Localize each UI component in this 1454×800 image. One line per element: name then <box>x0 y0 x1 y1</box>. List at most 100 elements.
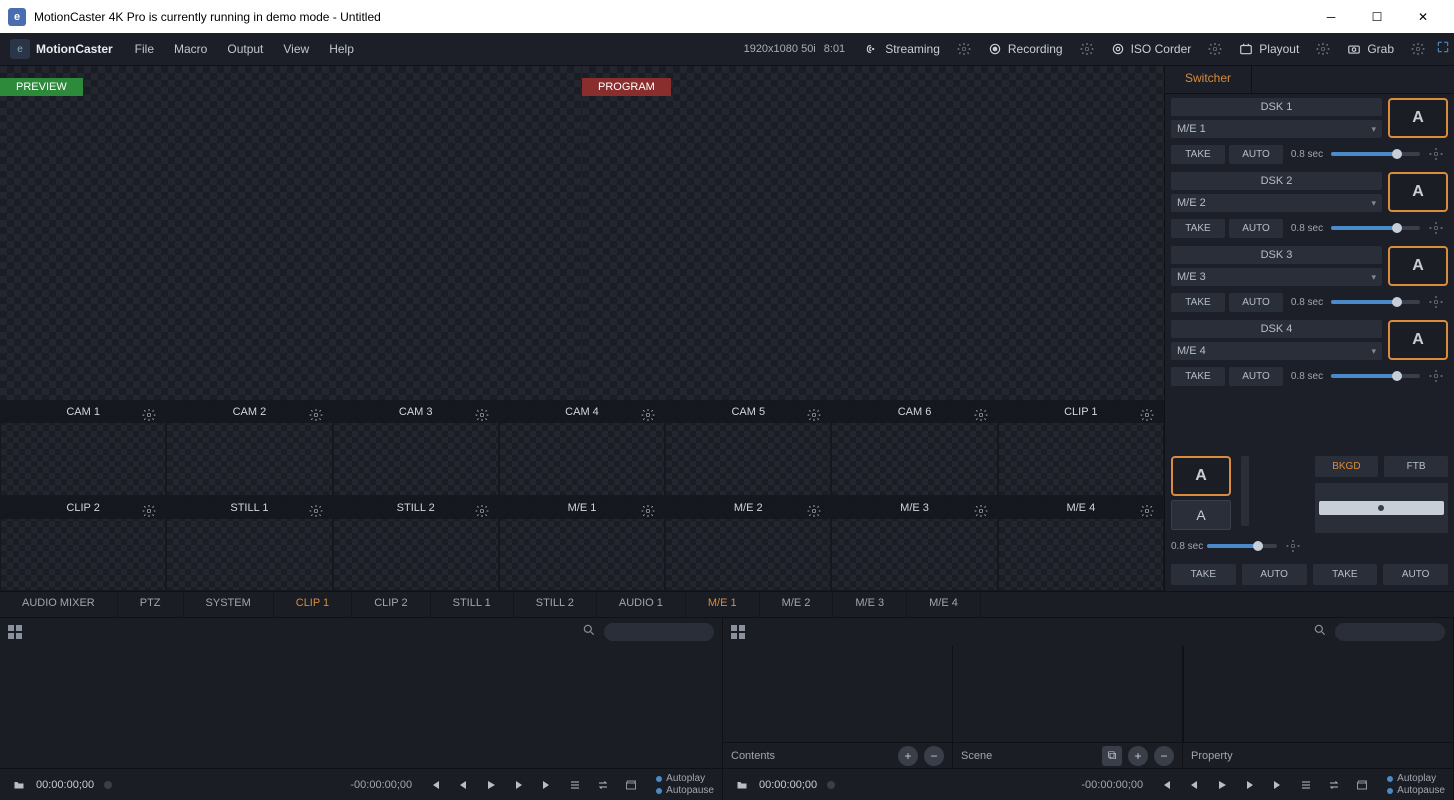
list-icon-2[interactable] <box>1295 774 1317 796</box>
source-cam2[interactable]: CAM 2 <box>166 400 332 496</box>
source-settings-icon[interactable] <box>137 499 161 523</box>
source-settings-icon[interactable] <box>304 403 328 427</box>
dsk-settings-icon[interactable] <box>1424 364 1448 388</box>
close-button[interactable]: ✕ <box>1400 0 1446 33</box>
dsk-auto-button[interactable]: AUTO <box>1229 145 1283 164</box>
dsk-select[interactable]: M/E 2 <box>1171 194 1382 212</box>
mix-take-1[interactable]: TAKE <box>1171 564 1236 585</box>
scene-copy-button[interactable]: ⧉ <box>1102 746 1122 766</box>
dsk-thumb[interactable]: A <box>1388 172 1448 212</box>
tab-me3[interactable]: M/E 3 <box>833 592 907 617</box>
isocorder-button[interactable]: ISO Corder <box>1101 38 1202 60</box>
source-settings-icon[interactable] <box>1135 403 1159 427</box>
grid-view-icon[interactable] <box>8 625 22 639</box>
streaming-button[interactable]: Streaming <box>855 38 950 60</box>
source-cam5[interactable]: CAM 5 <box>665 400 831 496</box>
marker-dot[interactable] <box>104 781 112 789</box>
step-fwd-icon-2[interactable] <box>1239 774 1261 796</box>
loop-icon[interactable] <box>592 774 614 796</box>
dsk-duration-slider[interactable] <box>1331 152 1420 156</box>
dsk-duration-slider[interactable] <box>1331 226 1420 230</box>
dsk-take-button[interactable]: TAKE <box>1171 145 1225 164</box>
source-settings-icon[interactable] <box>137 403 161 427</box>
mix-auto-1[interactable]: AUTO <box>1242 564 1307 585</box>
menu-macro[interactable]: Macro <box>164 38 217 60</box>
dsk-select[interactable]: M/E 3 <box>1171 268 1382 286</box>
tab-audio1[interactable]: AUDIO 1 <box>597 592 686 617</box>
source-cam3[interactable]: CAM 3 <box>333 400 499 496</box>
scene-remove-button[interactable]: − <box>1154 746 1174 766</box>
mix-program-thumb[interactable]: A <box>1171 500 1231 530</box>
search-input-2[interactable] <box>1335 623 1445 641</box>
source-cam4[interactable]: CAM 4 <box>499 400 665 496</box>
dsk-settings-icon[interactable] <box>1424 290 1448 314</box>
source-clip1[interactable]: CLIP 1 <box>998 400 1164 496</box>
autopause-toggle-2[interactable]: Autopause <box>1387 785 1445 796</box>
dsk-auto-button[interactable]: AUTO <box>1229 367 1283 386</box>
preview-monitor[interactable] <box>0 66 582 400</box>
folder-icon[interactable] <box>8 774 30 796</box>
ftb-button[interactable]: FTB <box>1384 456 1448 477</box>
t-bar[interactable] <box>1315 483 1449 533</box>
clapper-icon[interactable] <box>620 774 642 796</box>
source-me2[interactable]: M/E 2 <box>665 496 831 592</box>
dsk-auto-button[interactable]: AUTO <box>1229 219 1283 238</box>
streaming-settings-icon[interactable] <box>952 37 976 61</box>
dsk-take-button[interactable]: TAKE <box>1171 293 1225 312</box>
playout-button[interactable]: Playout <box>1229 38 1309 60</box>
isocorder-settings-icon[interactable] <box>1203 37 1227 61</box>
tab-me4[interactable]: M/E 4 <box>907 592 981 617</box>
search-icon-2[interactable] <box>1313 623 1327 642</box>
skip-start-icon[interactable] <box>424 774 446 796</box>
play-icon-2[interactable] <box>1211 774 1233 796</box>
tab-me2[interactable]: M/E 2 <box>760 592 834 617</box>
menu-file[interactable]: File <box>125 38 164 60</box>
tab-still1[interactable]: STILL 1 <box>431 592 514 617</box>
dsk-settings-icon[interactable] <box>1424 216 1448 240</box>
tab-ptz[interactable]: PTZ <box>118 592 184 617</box>
source-still2[interactable]: STILL 2 <box>333 496 499 592</box>
menu-output[interactable]: Output <box>217 38 273 60</box>
program-monitor[interactable] <box>582 66 1164 400</box>
source-settings-icon[interactable] <box>802 403 826 427</box>
minimize-button[interactable]: ─ <box>1308 0 1354 33</box>
source-settings-icon[interactable] <box>636 499 660 523</box>
skip-start-icon-2[interactable] <box>1155 774 1177 796</box>
maximize-button[interactable]: ☐ <box>1354 0 1400 33</box>
clapper-icon-2[interactable] <box>1351 774 1373 796</box>
loop-icon-2[interactable] <box>1323 774 1345 796</box>
source-still1[interactable]: STILL 1 <box>166 496 332 592</box>
contents-remove-button[interactable]: − <box>924 746 944 766</box>
scene-add-button[interactable]: + <box>1128 746 1148 766</box>
grab-settings-icon[interactable] <box>1406 37 1430 61</box>
tab-system[interactable]: SYSTEM <box>184 592 274 617</box>
tab-clip2[interactable]: CLIP 2 <box>352 592 430 617</box>
expand-icon[interactable] <box>1436 40 1450 59</box>
mix-scrollbar[interactable] <box>1241 456 1249 526</box>
dsk-select[interactable]: M/E 4 <box>1171 342 1382 360</box>
skip-end-icon[interactable] <box>536 774 558 796</box>
source-cam1[interactable]: CAM 1 <box>0 400 166 496</box>
tab-audiomixer[interactable]: AUDIO MIXER <box>0 592 118 617</box>
list-icon[interactable] <box>564 774 586 796</box>
tab-switcher[interactable]: Switcher <box>1165 66 1252 93</box>
step-back-icon[interactable] <box>452 774 474 796</box>
tab-clip1[interactable]: CLIP 1 <box>274 592 352 617</box>
dsk-duration-slider[interactable] <box>1331 300 1420 304</box>
dsk-thumb[interactable]: A <box>1388 98 1448 138</box>
skip-end-icon-2[interactable] <box>1267 774 1289 796</box>
grid-view-icon-2[interactable] <box>731 625 745 639</box>
bkgd-button[interactable]: BKGD <box>1315 456 1379 477</box>
source-settings-icon[interactable] <box>470 403 494 427</box>
step-back-icon-2[interactable] <box>1183 774 1205 796</box>
mix-settings-icon[interactable] <box>1281 534 1305 558</box>
folder-icon-2[interactable] <box>731 774 753 796</box>
autoplay-toggle-2[interactable]: Autoplay <box>1387 773 1445 784</box>
dsk-thumb[interactable]: A <box>1388 320 1448 360</box>
contents-add-button[interactable]: + <box>898 746 918 766</box>
mix-preview-thumb[interactable]: A <box>1171 456 1231 496</box>
dsk-take-button[interactable]: TAKE <box>1171 219 1225 238</box>
mix-auto-2[interactable]: AUTO <box>1383 564 1448 585</box>
search-icon[interactable] <box>582 623 596 642</box>
playout-settings-icon[interactable] <box>1311 37 1335 61</box>
